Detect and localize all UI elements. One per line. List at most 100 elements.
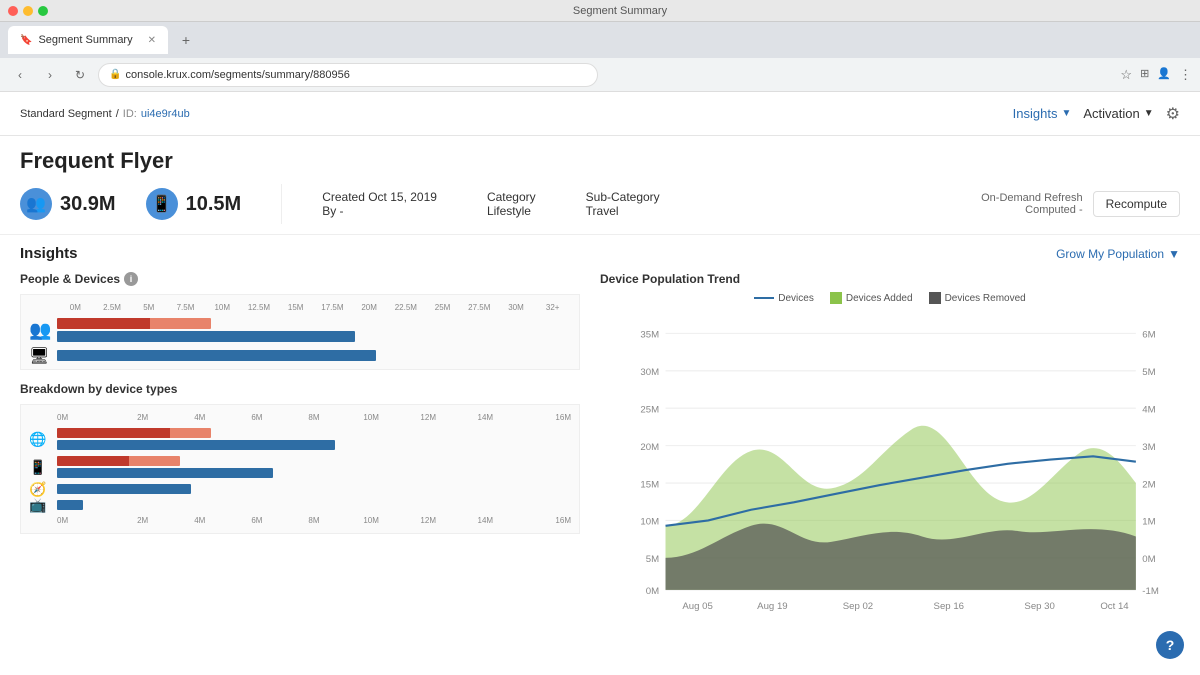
trend-chart-title: Device Population Trend [600,272,1180,286]
desktop-teal-bar [57,440,335,450]
svg-text:Aug 05: Aug 05 [682,601,712,612]
category-section: Category Lifestyle [487,190,536,218]
left-column: People & Devices i 0M 2.5M 5M 7.5M 10M 1… [20,272,580,622]
svg-text:-1M: -1M [1142,586,1159,597]
maximize-button[interactable] [38,6,48,16]
legend-devices-line [754,297,774,299]
svg-text:Sep 30: Sep 30 [1024,601,1054,612]
insights-label: Insights [1013,106,1058,121]
svg-text:Oct 14: Oct 14 [1100,601,1129,612]
legend-removed: Devices Removed [929,292,1026,304]
breadcrumb-separator: / [116,108,119,120]
computed-label: Computed - [981,204,1083,216]
subcategory-section: Sub-Category Travel [586,190,660,218]
legend-devices: Devices [754,292,814,304]
tab-close-icon[interactable]: ✕ [148,35,156,46]
tab-label: Segment Summary [38,34,132,46]
people-devices-title: People & Devices i [20,272,580,286]
new-tab-button[interactable]: + [174,28,198,52]
svg-text:35M: 35M [640,330,659,341]
recompute-button[interactable]: Recompute [1093,191,1180,217]
breakdown-title: Breakdown by device types [20,382,580,396]
other-teal-bar [57,484,191,494]
breadcrumb: Standard Segment / ID: ui4e9r4ub [20,108,190,120]
refresh-button[interactable]: ↻ [68,63,92,87]
svg-text:5M: 5M [646,554,659,565]
breakdown-chart: 0M 2M 4M 6M 8M 10M 12M 14M 16M 🌐 [20,404,580,534]
x-axis-top: 0M 2.5M 5M 7.5M 10M 12.5M 15M 17.5M 20M … [57,303,571,312]
breakdown-row-desktop: 🌐 [57,428,571,450]
devices-row-icon: 🖥 [29,346,49,366]
insights-section: Insights Grow My Population ▼ People & D… [0,235,1200,632]
menu-icon[interactable]: ⋮ [1179,67,1192,83]
devices-icon: 📱 [146,188,178,220]
breadcrumb-id-value: ui4e9r4ub [141,108,190,120]
grow-label: Grow My Population [1056,247,1164,261]
segment-metadata: 👥 30.9M 📱 10.5M Created Oct 15, 2019 By … [20,184,1180,224]
svg-text:0M: 0M [646,586,659,597]
segment-header: Frequent Flyer 👥 30.9M 📱 10.5M Created O… [0,136,1200,235]
desktop-icon: 🌐 [29,431,46,448]
extensions-icon[interactable]: ⊞ [1140,67,1149,83]
info-icon[interactable]: i [124,272,138,286]
browser-tab[interactable]: 🔖 Segment Summary ✕ [8,26,168,54]
people-bar-group [57,318,571,342]
profile-icon[interactable]: 👤 [1157,67,1171,83]
help-button[interactable]: ? [1156,631,1184,659]
right-column: Device Population Trend Devices Devices … [600,272,1180,622]
bookmark-icon[interactable]: ☆ [1120,67,1132,83]
breadcrumb-standard: Standard Segment [20,108,112,120]
address-bar: ‹ › ↻ 🔒 console.krux.com/segments/summar… [0,58,1200,92]
insights-chevron-icon: ▼ [1061,108,1071,119]
trend-legend: Devices Devices Added Devices Removed [600,292,1180,304]
svg-text:25M: 25M [640,404,659,415]
svg-text:6M: 6M [1142,330,1155,341]
browser-toolbar-icons: ☆ ⊞ 👤 ⋮ [1120,67,1192,83]
people-bar-light [150,318,212,329]
breakdown-row-mobile: 📱 [57,456,571,478]
activation-label: Activation [1083,106,1139,121]
recompute-area: On-Demand Refresh Computed - Recompute [981,191,1180,217]
grow-population-button[interactable]: Grow My Population ▼ [1056,247,1180,261]
svg-text:2M: 2M [1142,479,1155,490]
breakdown-section: Breakdown by device types 0M 2M 4M 6M 8M… [20,382,580,534]
mobile-icon: 📱 [29,459,46,476]
insights-section-title: Insights [20,245,78,262]
settings-button[interactable]: ⚙ [1166,104,1180,124]
top-navigation: Standard Segment / ID: ui4e9r4ub Insight… [0,92,1200,136]
legend-added-box [830,292,842,304]
subcategory-value: Travel [586,204,660,218]
svg-text:3M: 3M [1142,442,1155,453]
devices-stat: 📱 10.5M [146,188,242,220]
legend-removed-box [929,292,941,304]
devices-bar-main [57,350,376,361]
desktop-orange-bar [57,428,571,438]
mobile-teal-bar [57,468,273,478]
nav-right-actions: Insights ▼ Activation ▼ ⚙ [1013,104,1180,124]
svg-text:10M: 10M [640,517,659,528]
people-bar-row: 👥 [57,318,571,342]
forward-button[interactable]: › [38,63,62,87]
people-count: 30.9M [60,193,116,216]
grow-chevron-icon: ▼ [1168,247,1180,261]
created-by: By - [322,204,437,218]
insights-menu-button[interactable]: Insights ▼ [1013,106,1072,121]
svg-text:30M: 30M [640,367,659,378]
minimize-button[interactable] [23,6,33,16]
legend-added-label: Devices Added [846,293,913,304]
breadcrumb-id-label: ID: [123,108,137,120]
legend-added: Devices Added [830,292,913,304]
breakdown-row-connected: 📺 [57,500,571,510]
url-input[interactable]: 🔒 console.krux.com/segments/summary/8809… [98,63,598,87]
svg-text:20M: 20M [640,442,659,453]
activation-menu-button[interactable]: Activation ▼ [1083,106,1153,121]
devices-count: 10.5M [186,193,242,216]
mac-titlebar: Segment Summary [0,0,1200,22]
trend-chart-container: 35M 30M 25M 20M 15M 10M 5M 0M 6M 5M 4M 3… [600,312,1180,622]
desktop-bars [57,428,571,450]
back-button[interactable]: ‹ [8,63,32,87]
activation-chevron-icon: ▼ [1144,108,1154,119]
close-button[interactable] [8,6,18,16]
mac-window-controls[interactable] [8,6,48,16]
devices-removed-area [666,524,1136,590]
